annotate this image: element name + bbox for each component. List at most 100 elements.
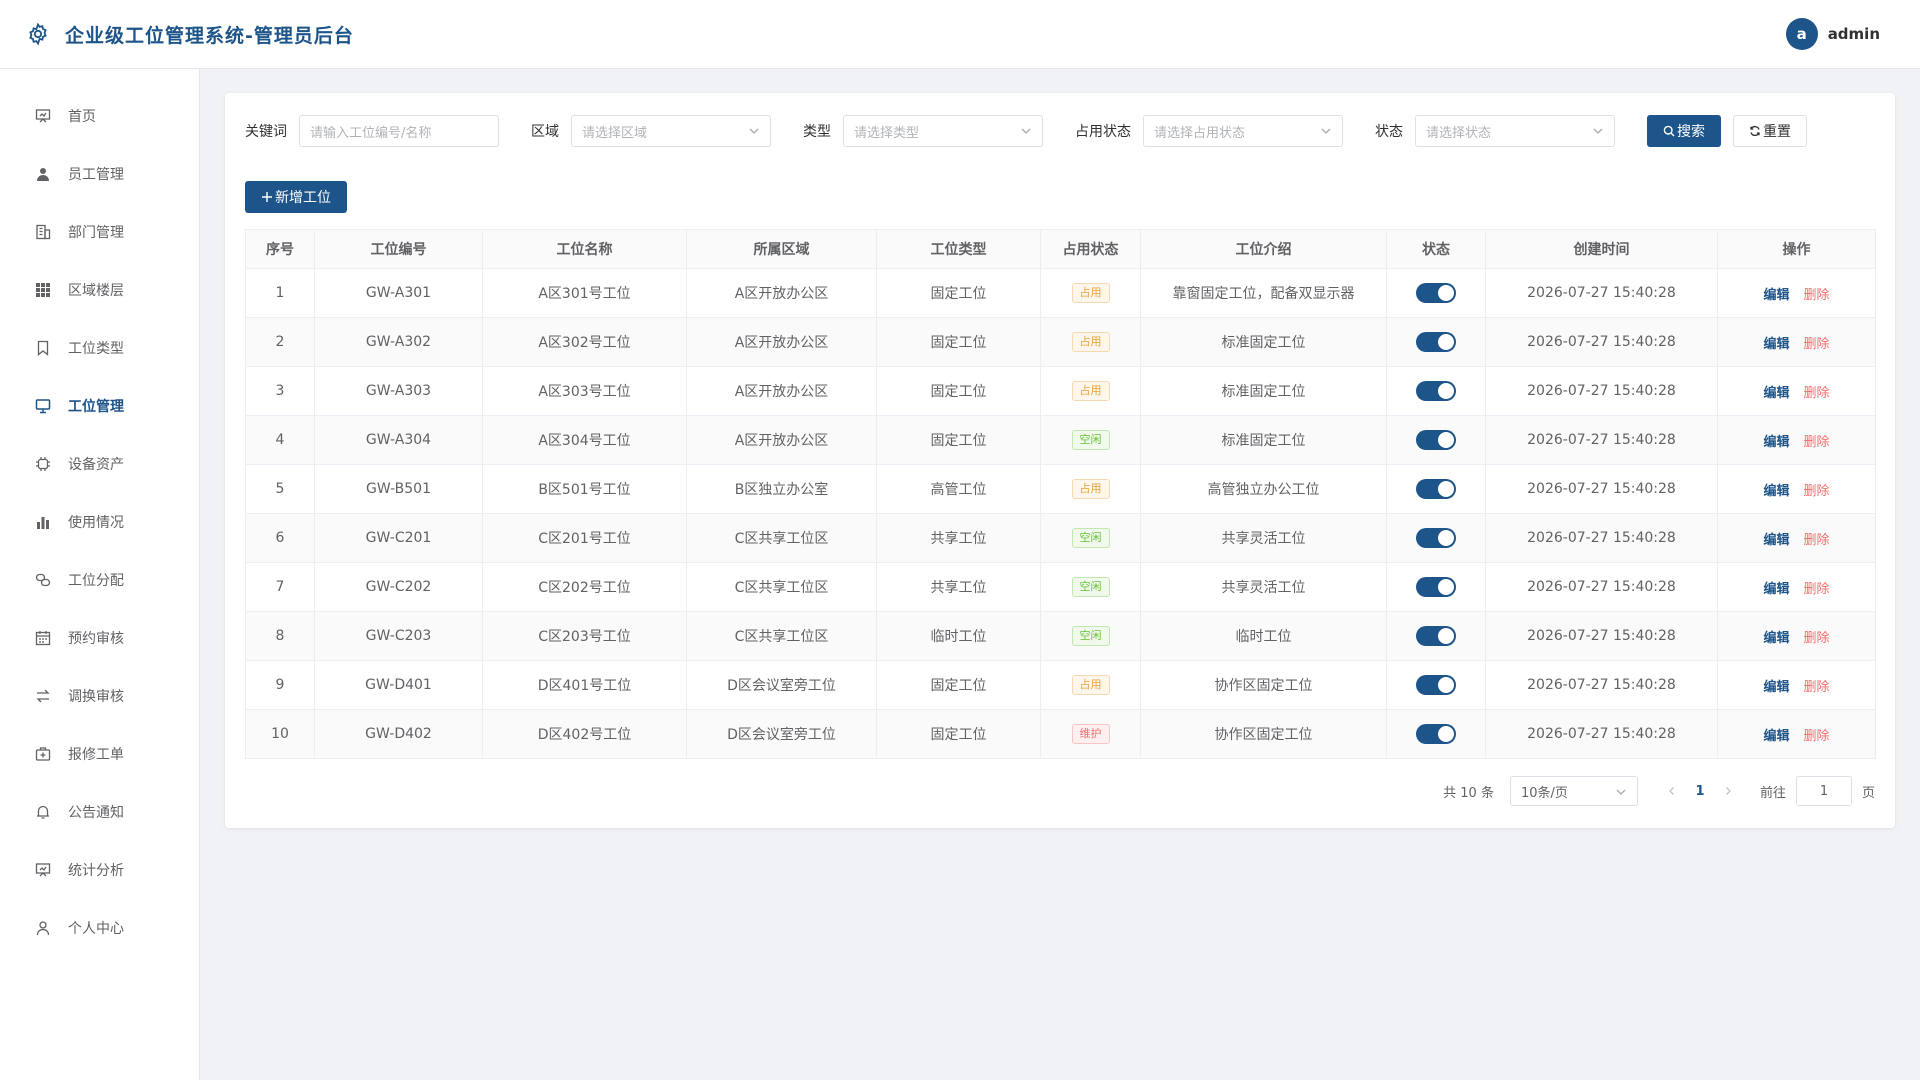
status-label: 状态 (1375, 124, 1403, 140)
cell-area: A区开放办公区 (686, 415, 877, 465)
prev-page-button[interactable] (1660, 786, 1684, 796)
status-toggle[interactable] (1416, 675, 1456, 695)
table-row: 3 GW-A303 A区303号工位 A区开放办公区 固定工位 占用 标准固定工位 2026-… (245, 366, 1876, 416)
sidebar-item-label: 工位管理 (68, 399, 124, 415)
column-header: 操作 (1717, 229, 1876, 269)
cell-no: 5 (245, 464, 315, 514)
occupy-select[interactable]: 请选择占用状态 (1143, 115, 1343, 147)
edit-button[interactable]: 编辑 (1763, 582, 1789, 597)
toggle-knob (1438, 383, 1454, 399)
sidebar-item-assets[interactable]: 设备资产 (0, 435, 199, 493)
cell-status (1386, 464, 1486, 514)
cell-actions: 编辑 删除 (1717, 562, 1876, 612)
cell-occupy: 空闲 (1040, 611, 1141, 661)
table-header-row: 序号 工位编号 工位名称 所属区域 工位类型 占用状态 工位介绍 状态 创建时间… (245, 229, 1876, 269)
edit-button[interactable]: 编辑 (1763, 631, 1789, 646)
sidebar-item-label: 首页 (68, 109, 96, 125)
delete-button[interactable]: 删除 (1804, 435, 1830, 450)
delete-button[interactable]: 删除 (1804, 729, 1830, 744)
sidebar-item-areas[interactable]: 区域楼层 (0, 261, 199, 319)
delete-button[interactable]: 删除 (1804, 582, 1830, 597)
sidebar-item-reservation-review[interactable]: 预约审核 (0, 609, 199, 667)
edit-button[interactable]: 编辑 (1763, 729, 1789, 744)
status-toggle[interactable] (1416, 626, 1456, 646)
edit-button[interactable]: 编辑 (1763, 337, 1789, 352)
cell-code: GW-A302 (314, 317, 483, 367)
cell-desc: 共享灵活工位 (1140, 562, 1387, 612)
status-toggle[interactable] (1416, 332, 1456, 352)
column-header: 所属区域 (686, 229, 877, 269)
edit-button[interactable]: 编辑 (1763, 680, 1789, 695)
status-select[interactable]: 请选择状态 (1415, 115, 1615, 147)
sidebar-item-employees[interactable]: 员工管理 (0, 145, 199, 203)
cell-no: 3 (245, 366, 315, 416)
toggle-knob (1438, 726, 1454, 742)
edit-button[interactable]: 编辑 (1763, 435, 1789, 450)
data-board-icon (34, 861, 52, 879)
status-toggle[interactable] (1416, 479, 1456, 499)
search-button-label: 搜索 (1677, 124, 1705, 140)
edit-button[interactable]: 编辑 (1763, 533, 1789, 548)
sidebar-item-label: 工位分配 (68, 573, 124, 589)
sidebar-item-swap-review[interactable]: 调换审核 (0, 667, 199, 725)
add-seat-button[interactable]: 新增工位 (245, 181, 347, 213)
sidebar-item-statistics[interactable]: 统计分析 (0, 841, 199, 899)
delete-button[interactable]: 删除 (1804, 288, 1830, 303)
edit-button[interactable]: 编辑 (1763, 484, 1789, 499)
cell-occupy: 占用 (1040, 268, 1141, 318)
goto-page-input[interactable]: 1 (1795, 776, 1852, 806)
table-row: 5 GW-B501 B区501号工位 B区独立办公室 高管工位 占用 高管独立办公工位 202… (245, 464, 1876, 514)
delete-button[interactable]: 删除 (1804, 631, 1830, 646)
next-page-button[interactable] (1716, 786, 1740, 796)
status-toggle[interactable] (1416, 430, 1456, 450)
cell-area: D区会议室旁工位 (686, 709, 877, 759)
page-size-select[interactable]: 10条/页 (1509, 776, 1638, 806)
sidebar-item-notices[interactable]: 公告通知 (0, 783, 199, 841)
cell-type: 共享工位 (876, 513, 1041, 563)
cell-type: 固定工位 (876, 415, 1041, 465)
keyword-input[interactable]: 请输入工位编号/名称 (299, 115, 499, 147)
edit-button[interactable]: 编辑 (1763, 386, 1789, 401)
sidebar-item-label: 员工管理 (68, 167, 124, 183)
status-toggle[interactable] (1416, 724, 1456, 744)
sidebar-item-allocation[interactable]: 工位分配 (0, 551, 199, 609)
page-number-current[interactable]: 1 (1684, 784, 1716, 799)
sidebar-item-repair-orders[interactable]: 报修工单 (0, 725, 199, 783)
cell-status (1386, 415, 1486, 465)
sidebar-item-label: 调换审核 (68, 689, 124, 705)
user-menu[interactable]: a admin (1785, 18, 1880, 50)
avatar[interactable]: a (1785, 18, 1818, 50)
type-select[interactable]: 请选择类型 (843, 115, 1043, 147)
delete-button[interactable]: 删除 (1804, 386, 1830, 401)
status-toggle[interactable] (1416, 577, 1456, 597)
edit-button[interactable]: 编辑 (1763, 288, 1789, 303)
keyword-placeholder: 请输入工位编号/名称 (310, 125, 432, 141)
sidebar-item-usage[interactable]: 使用情况 (0, 493, 199, 551)
search-icon (1663, 125, 1675, 137)
search-button[interactable]: 搜索 (1647, 115, 1721, 147)
cell-created: 2026-07-27 15:40:28 (1485, 513, 1718, 563)
sidebar-item-home[interactable]: 首页 (0, 87, 199, 145)
cell-occupy: 维护 (1040, 709, 1141, 759)
reset-button[interactable]: 重置 (1733, 115, 1807, 147)
gear-icon (25, 21, 51, 47)
status-toggle[interactable] (1416, 381, 1456, 401)
delete-button[interactable]: 删除 (1804, 484, 1830, 499)
cell-area: C区共享工位区 (686, 513, 877, 563)
delete-button[interactable]: 删除 (1804, 337, 1830, 352)
delete-button[interactable]: 删除 (1804, 533, 1830, 548)
sidebar-item-departments[interactable]: 部门管理 (0, 203, 199, 261)
sidebar-item-label: 统计分析 (68, 863, 124, 879)
cell-desc: 标准固定工位 (1140, 317, 1387, 367)
cell-no: 2 (245, 317, 315, 367)
area-select[interactable]: 请选择区域 (571, 115, 771, 147)
username[interactable]: admin (1828, 25, 1880, 43)
status-toggle[interactable] (1416, 528, 1456, 548)
sidebar-item-seat-management[interactable]: 工位管理 (0, 377, 199, 435)
cell-code: GW-A303 (314, 366, 483, 416)
delete-button[interactable]: 删除 (1804, 680, 1830, 695)
sidebar-item-seat-types[interactable]: 工位类型 (0, 319, 199, 377)
cell-name: A区302号工位 (482, 317, 687, 367)
status-toggle[interactable] (1416, 283, 1456, 303)
sidebar-item-profile[interactable]: 个人中心 (0, 899, 199, 957)
